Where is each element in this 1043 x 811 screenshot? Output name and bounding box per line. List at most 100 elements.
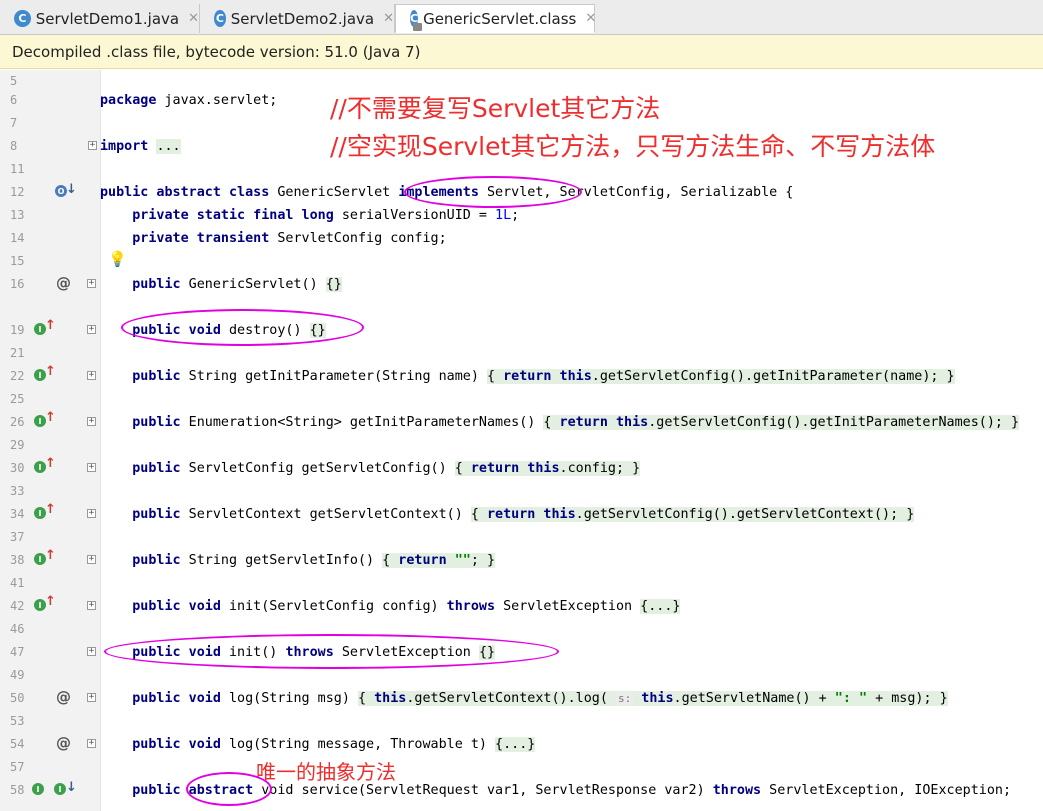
lightbulb-icon[interactable]: 💡 xyxy=(108,250,127,268)
code-text: public void log(String msg) { this.getSe… xyxy=(132,691,948,706)
fold-toggle-icon[interactable]: + xyxy=(87,325,96,334)
code-line: 42 I ↑ + public void init(ServletConfig … xyxy=(0,594,1043,618)
code-line: 29 xyxy=(0,434,1043,457)
line-number: 42 xyxy=(10,599,25,613)
code-line: 49 xyxy=(0,664,1043,687)
line-number: 53 xyxy=(10,714,25,728)
line-number: 16 xyxy=(10,277,25,291)
fold-toggle-icon[interactable]: + xyxy=(87,555,96,564)
code-text: public String getServletInfo() { return … xyxy=(132,553,496,568)
implements-icon[interactable]: I xyxy=(54,783,66,795)
tab-genericservlet-class[interactable]: C GenericServlet.class ✕ xyxy=(395,4,596,33)
line-number: 25 xyxy=(10,392,25,406)
fold-toggle-icon[interactable]: + xyxy=(87,417,96,426)
line-number: 34 xyxy=(10,507,25,521)
class-icon: C xyxy=(410,10,423,31)
line-number: 58 xyxy=(10,783,25,797)
code-line: 13 private static final long serialVersi… xyxy=(0,204,1043,227)
line-number: 57 xyxy=(10,760,25,774)
line-number: 13 xyxy=(10,208,25,222)
code-line: 22 I ↑ + public String getInitParameter(… xyxy=(0,364,1043,388)
fold-toggle-icon[interactable]: + xyxy=(87,739,96,748)
override-icon[interactable]: I xyxy=(32,783,44,795)
fold-toggle-icon[interactable]: + xyxy=(87,371,96,380)
fold-toggle-icon[interactable]: + xyxy=(87,279,96,288)
code-text: public String getInitParameter(String na… xyxy=(132,369,955,384)
line-number: 30 xyxy=(10,461,25,475)
code-text: public void log(String message, Throwabl… xyxy=(132,737,536,752)
arrow-up-icon: ↑ xyxy=(45,456,56,471)
annotation-at-icon[interactable]: @ xyxy=(56,688,71,706)
line-number: 12 xyxy=(10,185,25,199)
code-text: private static final long serialVersionU… xyxy=(132,208,520,223)
line-number: 37 xyxy=(10,530,25,544)
code-text: import ... xyxy=(100,139,181,154)
annotation-at-icon[interactable]: @ xyxy=(56,274,71,292)
editor-tab-bar: C ServletDemo1.java ✕ C ServletDemo2.jav… xyxy=(0,0,1043,35)
line-number: 33 xyxy=(10,484,25,498)
highlight-ellipse-init xyxy=(104,634,559,669)
tab-label: ServletDemo2.java xyxy=(230,9,375,28)
tab-servletdemo2[interactable]: C ServletDemo2.java ✕ xyxy=(200,4,395,33)
line-number: 6 xyxy=(10,93,18,107)
arrow-up-icon: ↑ xyxy=(45,594,56,609)
highlight-ellipse-abstract xyxy=(186,772,272,806)
code-line: 54 @ + public void log(String message, T… xyxy=(0,733,1043,756)
close-icon[interactable]: ✕ xyxy=(188,11,199,26)
line-number: 21 xyxy=(10,346,25,360)
arrow-up-icon: ↑ xyxy=(45,410,56,425)
class-icon: C xyxy=(214,10,226,27)
code-line: 14 private transient ServletConfig confi… xyxy=(0,227,1043,250)
fold-toggle-icon[interactable]: + xyxy=(87,509,96,518)
fold-toggle-icon[interactable]: + xyxy=(88,141,97,150)
fold-toggle-icon[interactable]: + xyxy=(87,601,96,610)
code-line: 53 xyxy=(0,710,1043,733)
line-number: 8 xyxy=(10,139,18,153)
highlight-ellipse-implements xyxy=(404,176,582,208)
code-line: 58 I I ↓ public abstract void service(Se… xyxy=(0,779,1043,802)
fold-toggle-icon[interactable]: + xyxy=(87,647,96,656)
close-icon[interactable]: ✕ xyxy=(585,11,596,26)
fold-toggle-icon[interactable]: + xyxy=(87,693,96,702)
tab-servletdemo1[interactable]: C ServletDemo1.java ✕ xyxy=(0,4,200,33)
code-line: 16 @ + public GenericServlet() {} xyxy=(0,273,1043,296)
arrow-up-icon: ↑ xyxy=(45,318,56,333)
arrow-up-icon: ↑ xyxy=(45,364,56,379)
line-number: 11 xyxy=(10,162,25,176)
decompiled-banner: Decompiled .class file, bytecode version… xyxy=(0,35,1043,69)
annotation-note-no-override: //不需要复写Servlet其它方法 xyxy=(330,94,661,123)
tab-label: ServletDemo1.java xyxy=(35,9,180,28)
line-number: 54 xyxy=(10,737,25,751)
line-number: 49 xyxy=(10,668,25,682)
code-line: 26 I ↑ + public Enumeration<String> getI… xyxy=(0,410,1043,434)
line-number: 29 xyxy=(10,438,25,452)
line-number: 26 xyxy=(10,415,25,429)
lock-icon xyxy=(413,23,423,31)
code-text: private transient ServletConfig config; xyxy=(132,231,447,246)
fold-toggle-icon[interactable]: + xyxy=(87,463,96,472)
code-line: 15 💡 xyxy=(0,250,1043,273)
arrow-up-icon: ↑ xyxy=(45,548,56,563)
line-number: 50 xyxy=(10,691,25,705)
class-icon: C xyxy=(14,10,31,27)
line-number: 14 xyxy=(10,231,25,245)
line-number: 41 xyxy=(10,576,25,590)
close-icon[interactable]: ✕ xyxy=(383,11,394,26)
annotation-note-abstract: 唯一的抽象方法 xyxy=(256,760,396,784)
line-number: 7 xyxy=(10,116,18,130)
code-text: public GenericServlet() {} xyxy=(132,277,342,292)
code-text: public ServletContext getServletContext(… xyxy=(132,507,915,522)
annotation-at-icon[interactable]: @ xyxy=(56,734,71,752)
line-number: 46 xyxy=(10,622,25,636)
code-text: package javax.servlet; xyxy=(100,93,278,108)
highlight-ellipse-destroy xyxy=(121,309,364,346)
code-text: public void init(ServletConfig config) t… xyxy=(132,599,681,614)
code-line: 21 xyxy=(0,342,1043,365)
arrow-down-icon: ↓ xyxy=(66,780,77,795)
line-number: 19 xyxy=(10,323,25,337)
code-line: 33 xyxy=(0,480,1043,503)
annotation-note-empty-impl: //空实现Servlet其它方法，只写方法生命、不写方法体 xyxy=(330,132,936,161)
code-line: 34 I ↑ + public ServletContext getServle… xyxy=(0,502,1043,526)
arrow-up-icon: ↑ xyxy=(45,502,56,517)
code-line: 30 I ↑ + public ServletConfig getServlet… xyxy=(0,456,1043,480)
